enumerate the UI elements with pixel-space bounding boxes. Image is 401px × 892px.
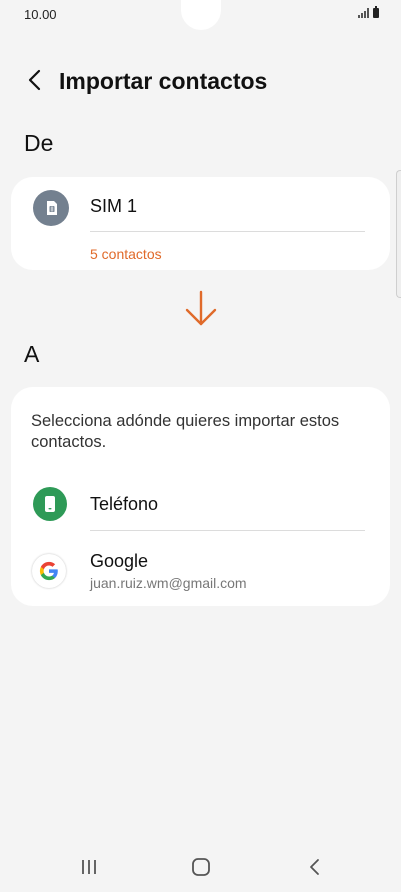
google-icon [32, 554, 66, 588]
status-bar: 10.00 [0, 0, 401, 30]
status-icons [358, 6, 379, 18]
source-name: SIM 1 [90, 196, 138, 216]
google-account-email: juan.ruiz.wm@gmail.com [90, 575, 247, 591]
page-title: Importar contactos [59, 68, 268, 94]
section-label-from: De [24, 130, 54, 156]
battery-icon [373, 6, 379, 18]
contact-count: 5 contactos [90, 246, 162, 262]
option-google[interactable]: Google juan.ruiz.wm@gmail.com [11, 539, 390, 594]
phone-icon [33, 487, 67, 521]
section-label-to: A [24, 341, 40, 367]
navigation-bar [0, 842, 401, 892]
option-phone[interactable]: Teléfono [11, 482, 390, 532]
arrow-down-icon [185, 290, 217, 326]
recents-button[interactable] [74, 852, 104, 882]
recents-icon [82, 860, 96, 874]
signal-icon [358, 8, 369, 18]
home-icon [192, 858, 210, 876]
app-header: Importar contactos [0, 62, 401, 100]
nav-back-button[interactable] [299, 852, 329, 882]
divider [90, 231, 365, 232]
back-icon [310, 859, 319, 875]
option-phone-label: Teléfono [90, 494, 159, 514]
status-time: 10.00 [24, 7, 57, 22]
camera-notch [181, 0, 221, 30]
chevron-left-icon [28, 69, 41, 91]
option-google-label: Google [90, 551, 149, 571]
destination-description: Selecciona adónde quieres importar estos… [31, 412, 340, 451]
back-button[interactable] [20, 66, 48, 94]
source-card[interactable]: SIM 1 5 contactos [11, 177, 390, 270]
home-button[interactable] [186, 852, 216, 882]
destination-card: Selecciona adónde quieres importar estos… [11, 387, 390, 606]
divider [90, 530, 365, 531]
scrollbar[interactable] [396, 170, 401, 298]
sim-card-icon [33, 190, 69, 226]
